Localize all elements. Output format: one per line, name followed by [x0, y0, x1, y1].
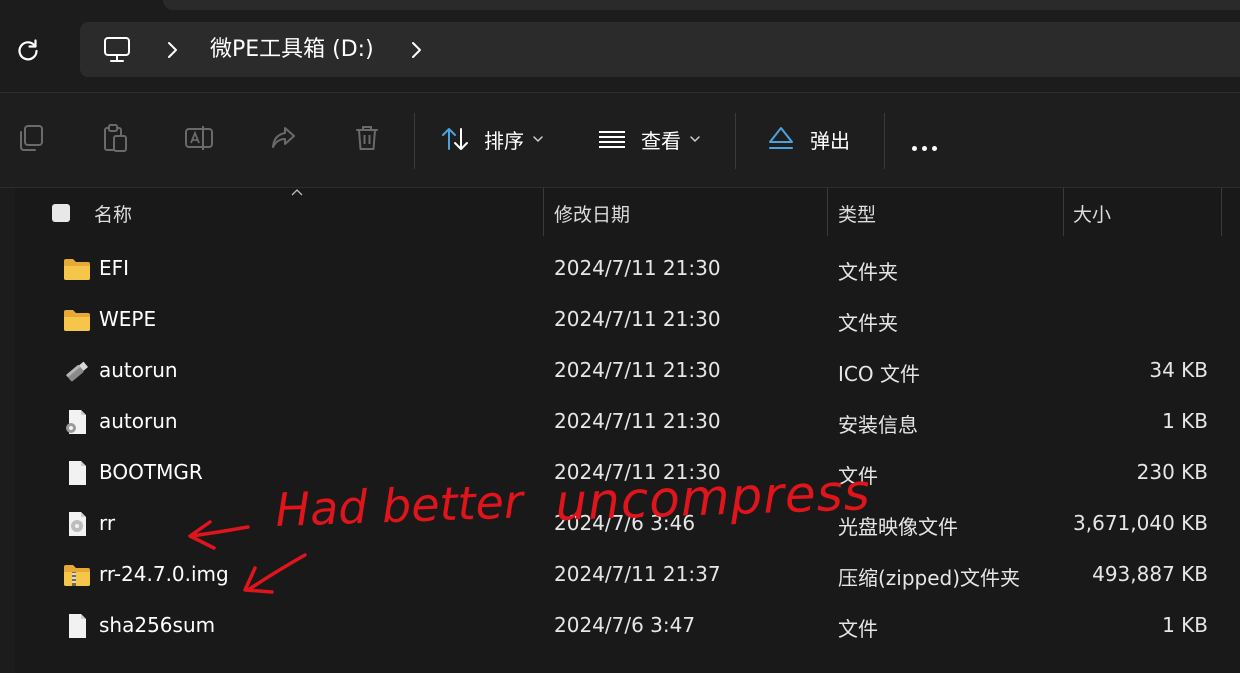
chevron-down-icon: [690, 136, 700, 143]
view-button[interactable]: 查看: [597, 119, 701, 159]
file-type: 光盘映像文件: [838, 515, 958, 539]
file-size: 493,887 KB: [1092, 562, 1208, 586]
table-row[interactable]: WEPE 2024/7/11 21:30 文件夹: [15, 295, 1240, 345]
toolbar-separator: [884, 113, 885, 169]
table-row[interactable]: autorun 2024/7/11 21:30 ICO 文件 34 KB: [15, 346, 1240, 396]
file-date: 2024/7/11 21:30: [554, 256, 721, 280]
more-options-button[interactable]: [912, 136, 942, 155]
file-date: 2024/7/11 21:30: [554, 307, 721, 331]
eject-icon: [769, 127, 793, 149]
file-date: 2024/7/6 3:47: [554, 613, 696, 637]
title-bar: 微PE工具箱 (D:): [0, 0, 1240, 93]
file-type: 安装信息: [838, 413, 918, 437]
file-name: rr: [99, 511, 116, 535]
file-type: 文件: [838, 464, 878, 488]
breadcrumb-drive[interactable]: 微PE工具箱 (D:): [210, 35, 374, 65]
file-name: EFI: [99, 256, 130, 280]
column-separator[interactable]: [1063, 188, 1064, 236]
file-name: rr-24.7.0.img: [99, 562, 229, 586]
more-dot-icon: [922, 146, 927, 151]
column-header: 名称 修改日期 类型 大小: [15, 188, 1240, 236]
chevron-down-icon: [533, 136, 543, 143]
delete-icon[interactable]: [352, 123, 382, 153]
file-type: ICO 文件: [838, 362, 920, 386]
usb-drive-icon: [66, 361, 88, 382]
paste-icon[interactable]: [100, 123, 130, 153]
sort-ascending-icon: [291, 189, 303, 196]
column-type[interactable]: 类型: [838, 200, 876, 227]
table-row[interactable]: BOOTMGR 2024/7/11 21:30 文件 230 KB: [15, 448, 1240, 498]
column-date[interactable]: 修改日期: [554, 200, 630, 227]
folder-icon: [64, 259, 90, 280]
chevron-right-icon[interactable]: [408, 40, 424, 60]
column-name[interactable]: 名称: [94, 200, 132, 227]
column-size[interactable]: 大小: [1073, 200, 1111, 227]
file-type: 文件: [838, 617, 878, 641]
command-bar: 排序 查看 弹出: [0, 93, 1240, 188]
tab-strip: [163, 0, 1240, 10]
file-size: 34 KB: [1149, 358, 1208, 382]
file-type: 文件夹: [838, 311, 898, 335]
toolbar-separator: [735, 113, 736, 169]
file-date: 2024/7/11 21:30: [554, 460, 721, 484]
file-date: 2024/7/11 21:30: [554, 358, 721, 382]
toolbar-separator: [414, 113, 415, 169]
rename-icon[interactable]: [184, 123, 214, 153]
table-row[interactable]: EFI 2024/7/11 21:30 文件夹: [15, 244, 1240, 294]
file-size: 3,671,040 KB: [1073, 511, 1208, 535]
file-date: 2024/7/6 3:46: [554, 511, 696, 535]
file-icon: [69, 461, 86, 485]
file-type: 压缩(zipped)文件夹: [838, 566, 1021, 590]
column-separator[interactable]: [543, 188, 544, 236]
file-size: 230 KB: [1136, 460, 1208, 484]
sort-button[interactable]: 排序: [440, 119, 544, 159]
refresh-icon: [18, 39, 38, 61]
file-size: 1 KB: [1162, 613, 1208, 637]
eject-label: 弹出: [810, 128, 850, 153]
eject-button[interactable]: 弹出: [766, 119, 850, 159]
column-separator[interactable]: [827, 188, 828, 236]
file-name: sha256sum: [99, 613, 216, 637]
file-name: autorun: [99, 358, 178, 382]
file-date: 2024/7/11 21:37: [554, 562, 721, 586]
file-size: 1 KB: [1162, 409, 1208, 433]
table-row[interactable]: rr-24.7.0.img 2024/7/11 21:37 压缩(zipped)…: [15, 550, 1240, 600]
setup-info-icon: [66, 410, 86, 434]
file-date: 2024/7/11 21:30: [554, 409, 721, 433]
file-name: WEPE: [99, 307, 157, 331]
more-dot-icon: [912, 146, 917, 151]
sort-icon: [442, 128, 468, 150]
chevron-right-icon[interactable]: [164, 40, 180, 60]
table-row[interactable]: rr 2024/7/6 3:46 光盘映像文件 3,671,040 KB: [15, 499, 1240, 549]
select-all-checkbox[interactable]: [52, 204, 70, 222]
file-name: autorun: [99, 409, 178, 433]
zip-folder-icon: [64, 565, 90, 586]
file-icon: [69, 614, 86, 638]
column-separator[interactable]: [1221, 188, 1222, 236]
more-dot-icon: [932, 146, 937, 151]
share-icon[interactable]: [268, 123, 298, 153]
view-label: 查看: [641, 128, 681, 153]
table-row[interactable]: autorun 2024/7/11 21:30 安装信息 1 KB: [15, 397, 1240, 447]
sort-label: 排序: [484, 128, 524, 153]
refresh-button[interactable]: [13, 35, 43, 65]
table-row[interactable]: sha256sum 2024/7/6 3:47 文件 1 KB: [15, 601, 1240, 651]
copy-icon[interactable]: [16, 123, 46, 153]
computer-icon: [104, 37, 130, 62]
nav-pane-edge: [0, 188, 15, 673]
disc-image-icon: [69, 512, 86, 536]
address-bar[interactable]: 微PE工具箱 (D:): [80, 22, 1240, 77]
folder-icon: [64, 310, 90, 331]
list-view-icon: [599, 131, 625, 148]
file-type: 文件夹: [838, 260, 898, 284]
file-name: BOOTMGR: [99, 460, 203, 484]
